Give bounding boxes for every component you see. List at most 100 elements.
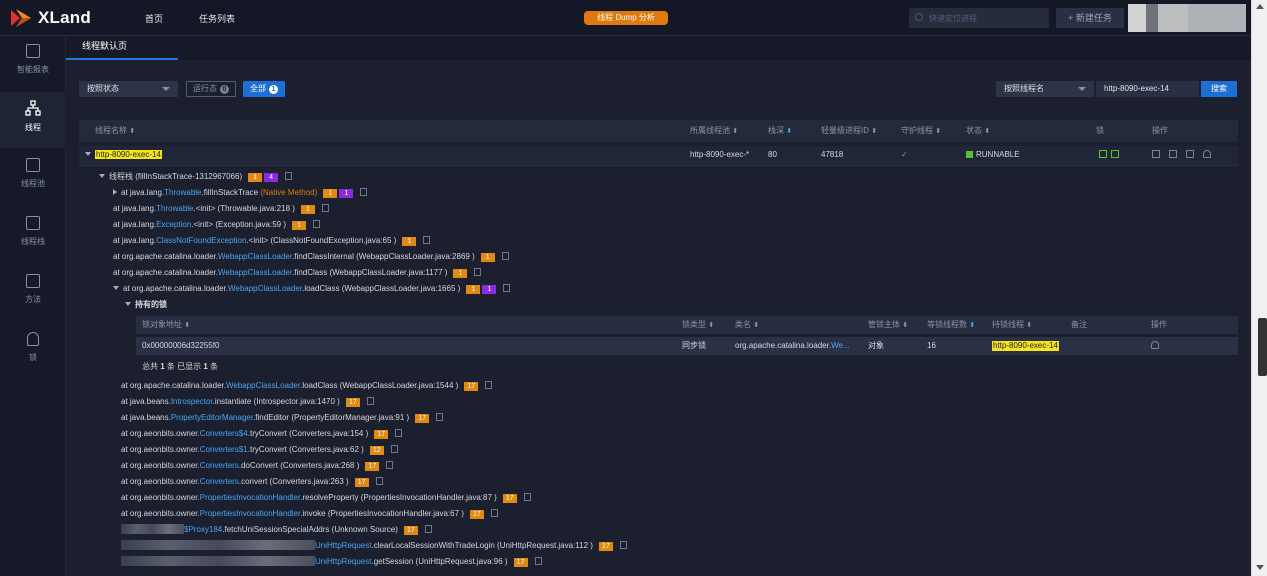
status-filter-select[interactable]: 按照状态 — [79, 81, 178, 97]
expand-icon[interactable] — [85, 152, 91, 156]
quick-search-input[interactable] — [909, 8, 1049, 28]
expand-icon[interactable] — [113, 189, 117, 195]
class-name[interactable]: PropertiesInvocationHandler — [200, 509, 301, 518]
stack-frame[interactable]: at org.apache.catalina.loader.WebappClas… — [0, 281, 1251, 297]
class-name[interactable]: Converters — [200, 461, 239, 470]
tab-thread-default[interactable]: 线程默认页 — [80, 36, 129, 60]
class-name[interactable]: $Proxy184 — [184, 525, 222, 534]
stack-frame[interactable]: at org.aeonbits.owner.PropertiesInvocati… — [0, 490, 1251, 506]
header-class-name[interactable]: 类名 ⬍ — [735, 316, 759, 335]
class-name[interactable]: ClassNotFoundException — [156, 236, 246, 245]
header-lock-type[interactable]: 锁类型 ⬍ — [682, 316, 714, 335]
user-avatar-redacted[interactable] — [1128, 4, 1246, 32]
stack-frame[interactable]: UniHttpRequest.clearLocalSessionWithTrad… — [0, 538, 1251, 554]
header-thread-name[interactable]: 线程名称 ⬍ — [95, 120, 135, 143]
header-lock-holder[interactable]: 持锁线程 ⬍ — [992, 316, 1032, 335]
stack-root[interactable]: 线程栈 (fillInStackTrace-1312967066) 1 4 — [0, 169, 1251, 185]
header-state[interactable]: 状态 ⬍ — [966, 120, 990, 143]
stack-frame[interactable]: at java.beans.PropertyEditorManager.find… — [0, 410, 1251, 426]
document-icon[interactable] — [375, 477, 383, 485]
nav-home[interactable]: 首页 — [145, 12, 163, 25]
class-name[interactable]: Throwable — [156, 204, 193, 213]
running-state-filter[interactable]: 运行态 0 — [186, 81, 236, 97]
stack-frame[interactable]: at org.apache.catalina.loader.WebappClas… — [0, 265, 1251, 281]
app-logo[interactable]: XLand — [10, 7, 91, 29]
stack-frame[interactable]: at java.lang.Throwable.fillInStackTrace … — [0, 185, 1251, 201]
sort-icon[interactable]: ⬍ — [984, 128, 990, 135]
document-icon[interactable] — [285, 172, 293, 180]
class-name[interactable]: Throwable — [164, 188, 201, 197]
held-locks-node[interactable]: 持有的锁 — [0, 297, 1251, 313]
search-button[interactable]: 搜索 — [1201, 81, 1237, 97]
collapse-icon[interactable] — [125, 302, 131, 306]
scroll-up-icon[interactable] — [1256, 4, 1264, 9]
sort-icon[interactable]: ⬍ — [902, 322, 908, 329]
class-name[interactable]: Converters$4 — [200, 429, 248, 438]
sort-icon[interactable]: ⬍ — [732, 128, 738, 135]
collapse-icon[interactable] — [113, 286, 119, 290]
header-lwp-id[interactable]: 轻量级进程ID ⬍ — [821, 120, 877, 143]
document-icon[interactable] — [485, 381, 493, 389]
thread-name-input[interactable]: http-8090-exec-14 — [1096, 81, 1199, 97]
stack-frame[interactable]: UniHttpRequest.getSession (UniHttpReques… — [0, 554, 1251, 570]
class-name[interactable]: Converters — [200, 477, 239, 486]
lock-wait-icon[interactable] — [1111, 150, 1119, 158]
quick-search[interactable] — [909, 8, 1049, 28]
document-icon[interactable] — [360, 188, 368, 196]
class-name[interactable]: Exception — [156, 220, 191, 229]
sort-icon[interactable]: ⬍ — [753, 322, 759, 329]
view-icon[interactable] — [1152, 150, 1160, 158]
lock-row-lock-icon[interactable] — [1151, 337, 1168, 355]
stack-frame[interactable]: at org.aeonbits.owner.Converters.convert… — [0, 474, 1251, 490]
sort-icon[interactable]: ⬍ — [969, 322, 975, 329]
scroll-thumb[interactable] — [1258, 318, 1267, 376]
lock-table-row[interactable]: 0x00000006d32255f0 同步锁 org.apache.catali… — [136, 337, 1238, 355]
document-icon[interactable] — [619, 541, 627, 549]
class-name[interactable]: WebappClassLoader — [226, 381, 300, 390]
document-icon[interactable] — [501, 252, 509, 260]
sidebar-item-report[interactable]: 智能报表 — [0, 36, 66, 92]
stack-frame[interactable]: at org.aeonbits.owner.PropertiesInvocati… — [0, 506, 1251, 522]
all-state-filter[interactable]: 全部 1 — [243, 81, 285, 97]
class-name[interactable]: WebappClassLoader — [228, 284, 302, 293]
thread-row[interactable]: http-8090-exec-14 http-8090-exec-* 80 47… — [79, 146, 1238, 166]
thread-dump-analysis-button[interactable]: 线程 Dump 分析 — [584, 11, 668, 25]
document-icon[interactable] — [395, 429, 403, 437]
stack-frame[interactable]: at java.beans.Introspector.instantiate (… — [0, 394, 1251, 410]
stack-frame[interactable]: at org.apache.catalina.loader.WebappClas… — [0, 249, 1251, 265]
sort-icon[interactable]: ⬍ — [871, 128, 877, 135]
sidebar-item-thread[interactable]: 线程 — [0, 92, 66, 148]
stack-frame[interactable]: at org.aeonbits.owner.Converters.doConve… — [0, 458, 1251, 474]
header-daemon[interactable]: 守护线程 ⬍ — [901, 120, 941, 143]
class-name[interactable]: Introspector — [171, 397, 213, 406]
sort-icon[interactable]: ⬍ — [786, 128, 792, 135]
lock-held-icon[interactable] — [1099, 150, 1107, 158]
page-scrollbar[interactable] — [1251, 0, 1267, 576]
document-icon[interactable] — [366, 397, 374, 405]
stack-frame[interactable]: at org.apache.catalina.loader.WebappClas… — [0, 378, 1251, 394]
detail-icon[interactable] — [1186, 150, 1194, 158]
document-icon[interactable] — [321, 204, 329, 212]
header-waiting-count[interactable]: 等锁线程数 ⬍ — [927, 316, 975, 335]
class-name[interactable]: WebappClassLoader — [218, 268, 292, 277]
sort-icon[interactable]: ⬍ — [1026, 322, 1032, 329]
new-task-button[interactable]: + 新建任务 — [1056, 8, 1124, 28]
stack-frame[interactable]: at java.lang.ClassNotFoundException.<ini… — [0, 233, 1251, 249]
document-icon[interactable] — [390, 445, 398, 453]
class-name[interactable]: WebappClassLoader — [218, 252, 292, 261]
stack-frame[interactable]: at org.aeonbits.owner.Converters$1.tryCo… — [0, 442, 1251, 458]
sort-icon[interactable]: ⬍ — [129, 128, 135, 135]
document-icon[interactable] — [313, 220, 321, 228]
scroll-down-icon[interactable] — [1256, 565, 1264, 570]
document-icon[interactable] — [523, 493, 531, 501]
name-filter-select[interactable]: 按照线程名 — [996, 81, 1094, 97]
document-icon[interactable] — [436, 413, 444, 421]
nav-task-list[interactable]: 任务列表 — [199, 12, 235, 25]
lock-holder-cell[interactable]: http-8090-exec-14 — [992, 341, 1059, 351]
document-icon[interactable] — [386, 461, 394, 469]
header-stack-depth[interactable]: 栈深 ⬍ — [768, 120, 792, 143]
stack-frame[interactable]: at java.lang.Throwable.<init> (Throwable… — [0, 201, 1251, 217]
stack-frame[interactable]: $Proxy184.fetchUniSessionSpecialAddrs (U… — [0, 522, 1251, 538]
class-name[interactable]: UniHttpRequest — [315, 541, 371, 550]
stack-frame[interactable]: at org.aeonbits.owner.Converters$4.tryCo… — [0, 426, 1251, 442]
